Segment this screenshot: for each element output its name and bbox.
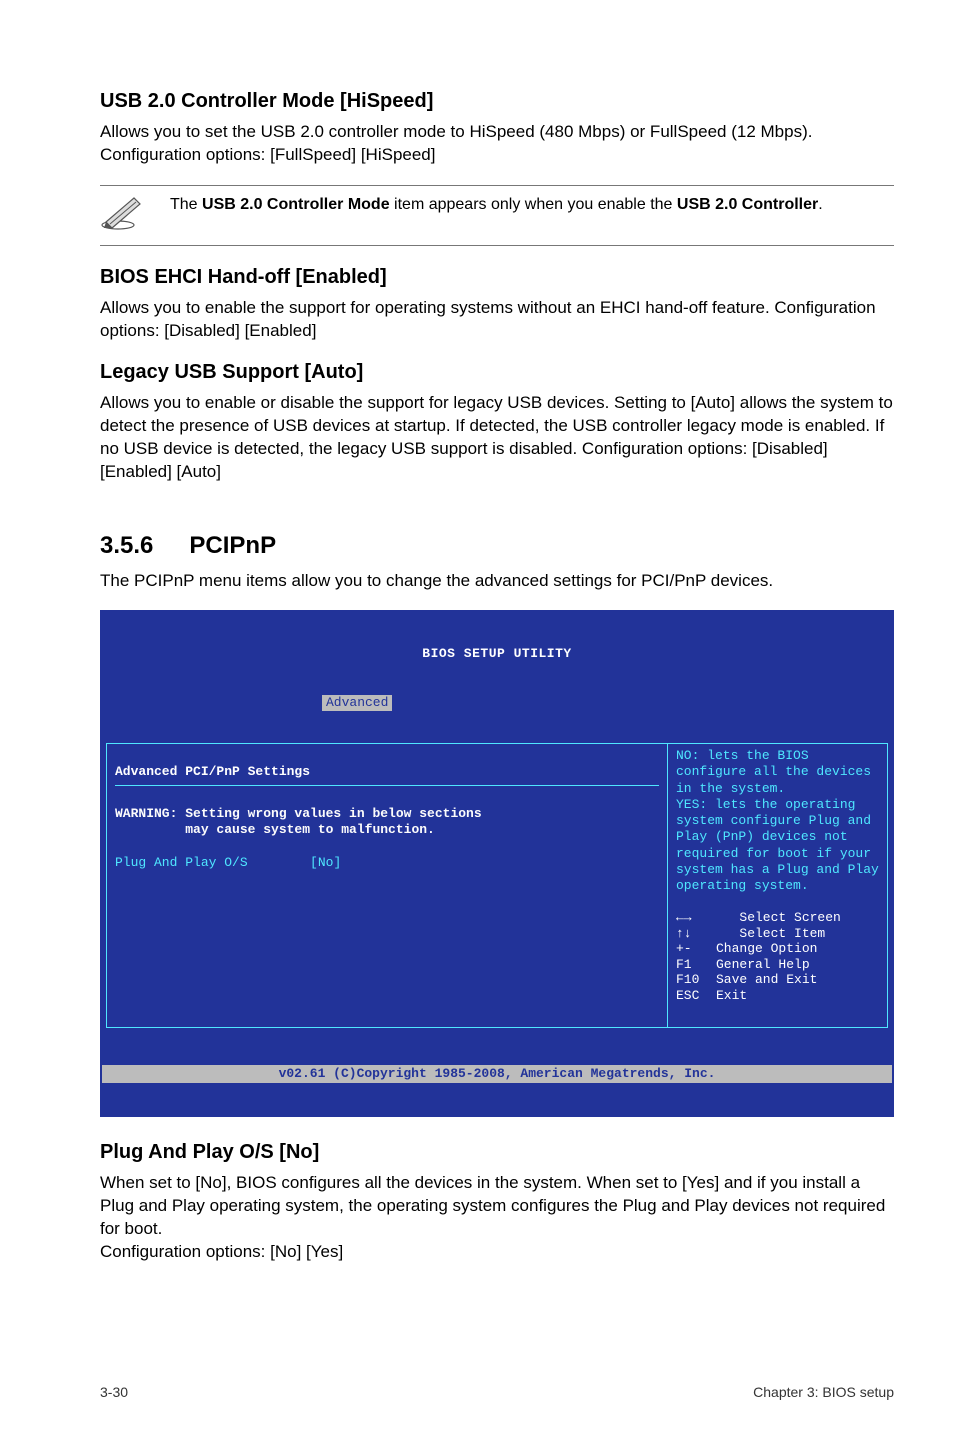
heading-bios-ehci: BIOS EHCI Hand-off [Enabled]: [100, 266, 894, 289]
bios-option-value: [No]: [310, 855, 341, 870]
bios-tab-advanced[interactable]: Advanced: [322, 695, 392, 711]
body-plug-and-play: When set to [No], BIOS configures all th…: [100, 1172, 894, 1264]
key-plus-minus: +-: [676, 941, 716, 957]
bios-key-legend: Select Screen Select Item +-Change Optio…: [676, 894, 879, 1019]
bios-help-text: NO: lets the BIOS configure all the devi…: [676, 748, 879, 894]
bios-title: BIOS SETUP UTILITY: [102, 645, 892, 662]
heading-legacy-usb: Legacy USB Support [Auto]: [100, 361, 894, 384]
key-change-option: Change Option: [716, 941, 817, 956]
note-suffix: .: [818, 196, 822, 213]
page-footer: 3-30 Chapter 3: BIOS setup: [100, 1384, 894, 1400]
bios-left-panel: Advanced PCI/PnP Settings WARNING: Setti…: [106, 743, 668, 1028]
note-mid: item appears only when you enable the: [390, 196, 677, 213]
body-bios-ehci: Allows you to enable the support for ope…: [100, 297, 894, 343]
key-esc: ESC: [676, 988, 716, 1004]
note-prefix: The: [170, 196, 202, 213]
key-select-screen: Select Screen: [739, 910, 840, 925]
note-bold1: USB 2.0 Controller Mode: [202, 196, 390, 213]
body-usb-controller-mode: Allows you to set the USB 2.0 controller…: [100, 121, 894, 167]
bios-warning-line1: WARNING: Setting wrong values in below s…: [115, 806, 482, 821]
key-save-exit: Save and Exit: [716, 972, 817, 987]
arrow-up-down-icon: [676, 926, 716, 942]
key-f1: F1: [676, 957, 716, 973]
section-title: PCIPnP: [189, 532, 276, 560]
bios-footer: v02.61 (C)Copyright 1985-2008, American …: [102, 1065, 892, 1083]
bios-screenshot: BIOS SETUP UTILITY Advanced Advanced PCI…: [100, 610, 894, 1117]
heading-plug-and-play: Plug And Play O/S [No]: [100, 1141, 894, 1164]
chapter-label: Chapter 3: BIOS setup: [753, 1384, 894, 1400]
page: USB 2.0 Controller Mode [HiSpeed] Allows…: [0, 0, 954, 1440]
body-legacy-usb: Allows you to enable or disable the supp…: [100, 392, 894, 484]
page-number: 3-30: [100, 1384, 128, 1400]
bios-heading: Advanced PCI/PnP Settings: [115, 764, 310, 779]
bios-tabrow: Advanced: [102, 695, 892, 711]
bios-option-label: Plug And Play O/S: [115, 855, 248, 870]
note-text: The USB 2.0 Controller Mode item appears…: [170, 192, 823, 216]
section-number: 3.5.6: [100, 532, 153, 560]
pencil-note-icon: [100, 192, 146, 237]
divider: [115, 785, 659, 786]
key-general-help: General Help: [716, 957, 810, 972]
section-intro-pcipnp: The PCIPnP menu items allow you to chang…: [100, 570, 894, 593]
note-bold2: USB 2.0 Controller: [677, 196, 818, 213]
bios-option-plug-play[interactable]: Plug And Play O/S [No]: [115, 855, 341, 870]
heading-usb-controller-mode: USB 2.0 Controller Mode [HiSpeed]: [100, 90, 894, 113]
arrow-left-right-icon: [676, 910, 716, 926]
divider: [100, 245, 894, 246]
key-f10: F10: [676, 972, 716, 988]
bios-warning-line2: may cause system to malfunction.: [115, 822, 435, 837]
key-exit: Exit: [716, 988, 747, 1003]
bios-right-panel: NO: lets the BIOS configure all the devi…: [668, 743, 888, 1028]
note-usb-controller-mode: The USB 2.0 Controller Mode item appears…: [100, 185, 894, 246]
section-heading-pcipnp: 3.5.6 PCIPnP: [100, 532, 894, 560]
key-select-item: Select Item: [739, 926, 825, 941]
